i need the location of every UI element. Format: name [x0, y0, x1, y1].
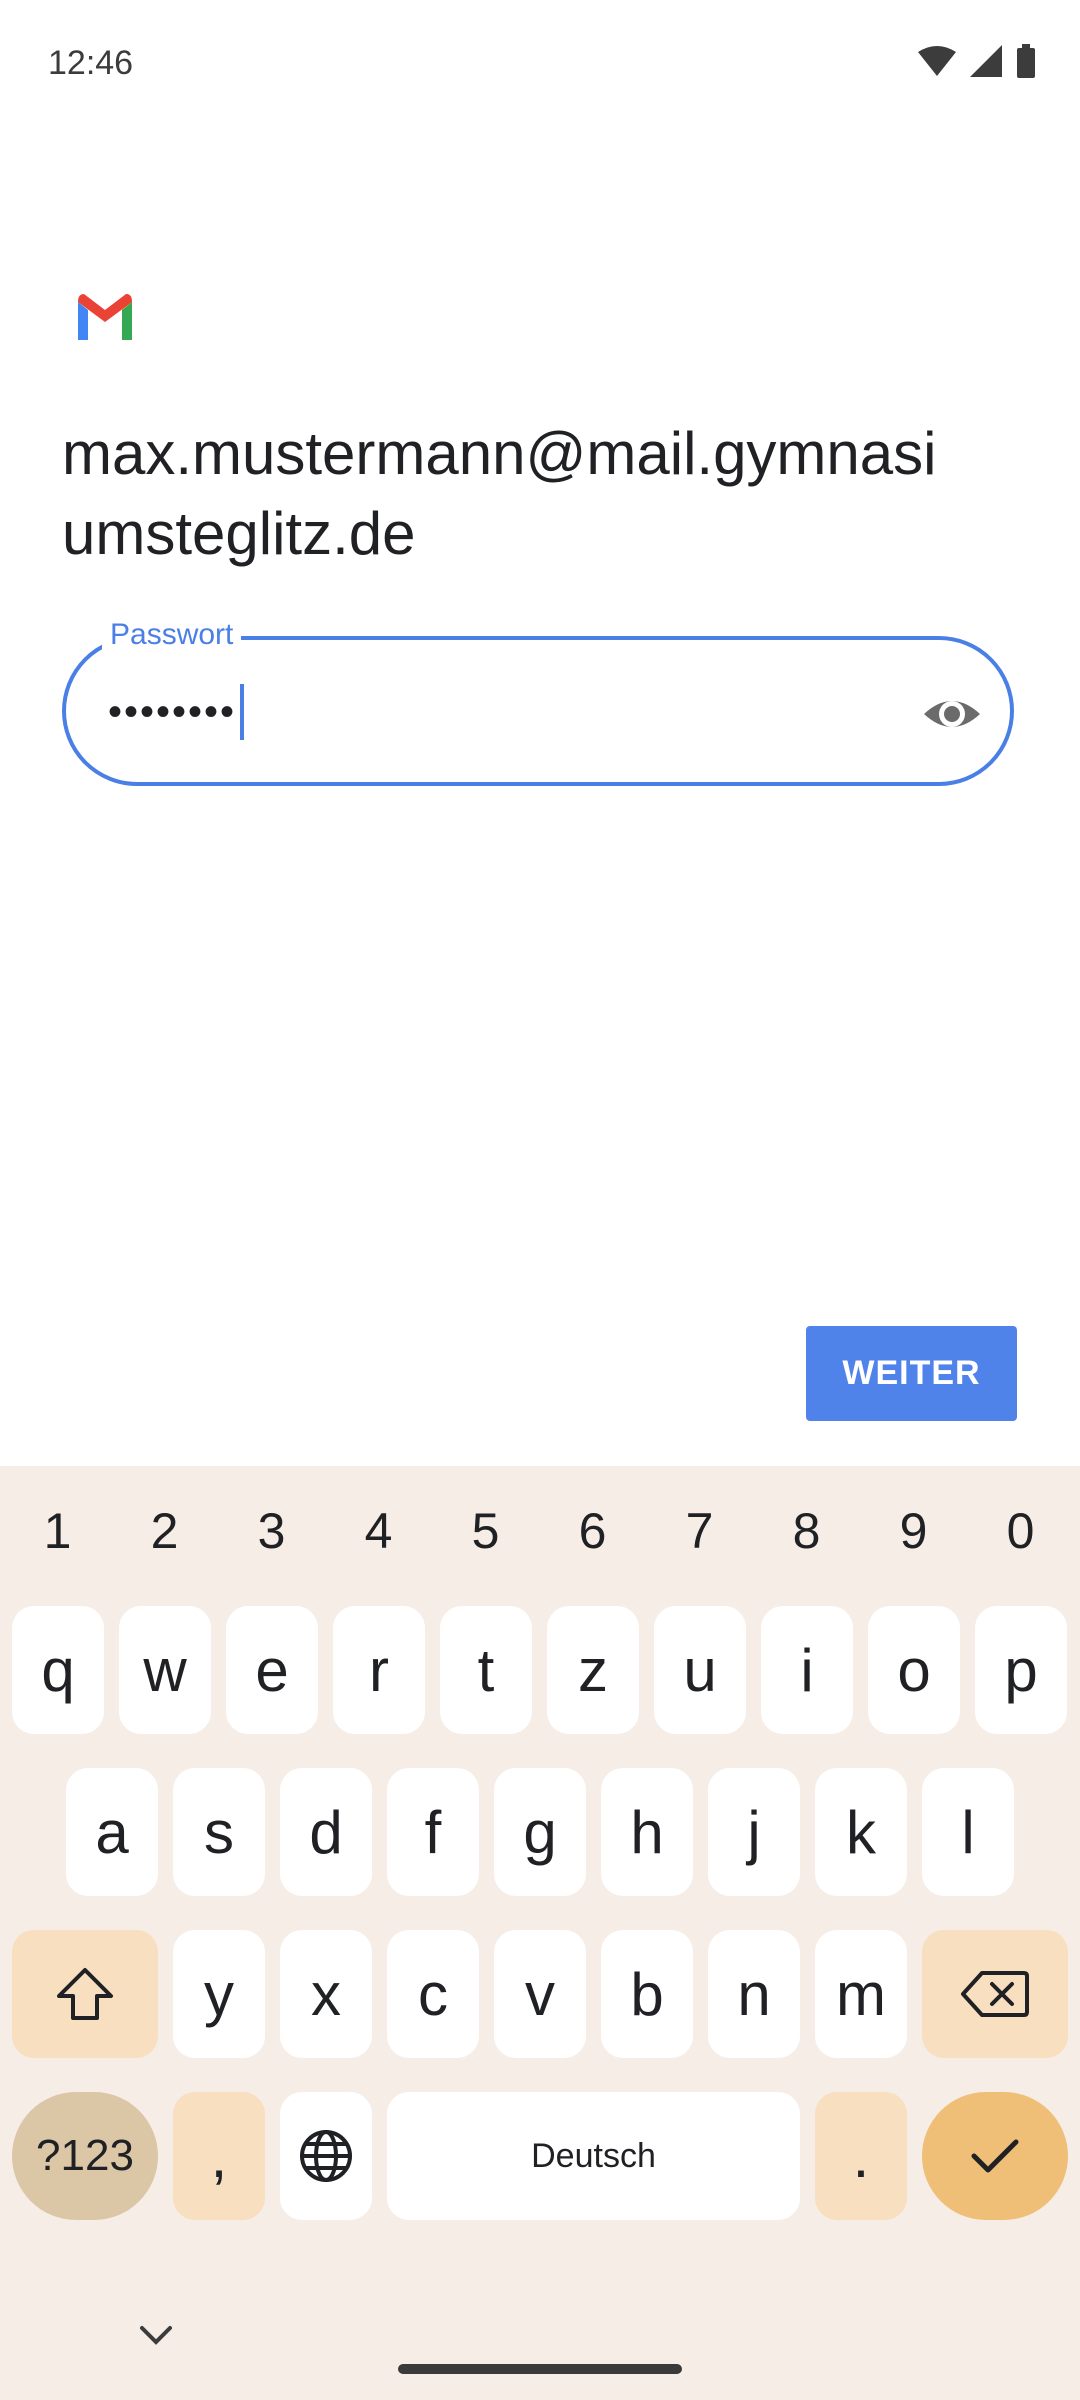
key-z[interactable]: z	[547, 1606, 639, 1734]
space-key[interactable]: Deutsch	[387, 2092, 800, 2220]
key-2[interactable]: 2	[111, 1486, 218, 1576]
shift-icon	[57, 1968, 113, 2020]
account-email: max.mustermann@mail.gymnasiumsteglitz.de	[62, 420, 937, 567]
hide-keyboard-chevron-down-icon[interactable]	[136, 2320, 176, 2350]
key-7[interactable]: 7	[646, 1486, 753, 1576]
key-w[interactable]: w	[119, 1606, 211, 1734]
key-c[interactable]: c	[387, 1930, 479, 2058]
key-g[interactable]: g	[494, 1768, 586, 1896]
key-6[interactable]: 6	[539, 1486, 646, 1576]
shift-key[interactable]	[12, 1930, 158, 2058]
gmail-logo-icon	[78, 294, 132, 340]
key-o[interactable]: o	[868, 1606, 960, 1734]
key-m[interactable]: m	[815, 1930, 907, 2058]
key-3[interactable]: 3	[218, 1486, 325, 1576]
wifi-icon	[918, 46, 956, 76]
key-q[interactable]: q	[12, 1606, 104, 1734]
password-input[interactable]: ••••••••	[108, 684, 245, 740]
backspace-key[interactable]	[922, 1930, 1068, 2058]
key-h[interactable]: h	[601, 1768, 693, 1896]
battery-icon	[1017, 44, 1035, 78]
key-8[interactable]: 8	[753, 1486, 860, 1576]
key-x[interactable]: x	[280, 1930, 372, 2058]
key-n[interactable]: n	[708, 1930, 800, 2058]
text-cursor	[240, 684, 245, 740]
comma-key[interactable]: ,	[173, 2092, 265, 2220]
keyboard: 1 2 3 4 5 6 7 8 9 0 q w e r t z u i o p …	[0, 1466, 1080, 2400]
key-s[interactable]: s	[173, 1768, 265, 1896]
status-bar: 12:46	[0, 0, 1080, 130]
enter-key[interactable]	[922, 2092, 1068, 2220]
key-r[interactable]: r	[333, 1606, 425, 1734]
key-j[interactable]: j	[708, 1768, 800, 1896]
key-9[interactable]: 9	[860, 1486, 967, 1576]
password-value: ••••••••	[108, 689, 237, 734]
show-password-eye-icon[interactable]	[920, 682, 984, 746]
next-button[interactable]: WEITER	[806, 1326, 1017, 1421]
key-u[interactable]: u	[654, 1606, 746, 1734]
symbols-key[interactable]: ?123	[12, 2092, 158, 2220]
key-0[interactable]: 0	[967, 1486, 1074, 1576]
key-i[interactable]: i	[761, 1606, 853, 1734]
signal-icon	[970, 45, 1002, 77]
key-e[interactable]: e	[226, 1606, 318, 1734]
status-icons	[918, 44, 1036, 78]
password-field[interactable]: Passwort ••••••••	[62, 618, 1014, 786]
key-5[interactable]: 5	[432, 1486, 539, 1576]
key-1[interactable]: 1	[4, 1486, 111, 1576]
key-p[interactable]: p	[975, 1606, 1067, 1734]
backspace-icon	[961, 1971, 1029, 2017]
key-t[interactable]: t	[440, 1606, 532, 1734]
key-l[interactable]: l	[922, 1768, 1014, 1896]
home-indicator[interactable]	[398, 2364, 682, 2374]
language-key[interactable]	[280, 2092, 372, 2220]
key-4[interactable]: 4	[325, 1486, 432, 1576]
checkmark-icon	[971, 2139, 1019, 2173]
period-key[interactable]: .	[815, 2092, 907, 2220]
status-time: 12:46	[48, 44, 134, 82]
password-label: Passwort	[102, 618, 242, 652]
key-d[interactable]: d	[280, 1768, 372, 1896]
key-b[interactable]: b	[601, 1930, 693, 2058]
key-f[interactable]: f	[387, 1768, 479, 1896]
key-y[interactable]: y	[173, 1930, 265, 2058]
key-v[interactable]: v	[494, 1930, 586, 2058]
key-k[interactable]: k	[815, 1768, 907, 1896]
globe-icon	[300, 2130, 352, 2182]
number-row: 1 2 3 4 5 6 7 8 9 0	[0, 1486, 1080, 1576]
key-a[interactable]: a	[66, 1768, 158, 1896]
